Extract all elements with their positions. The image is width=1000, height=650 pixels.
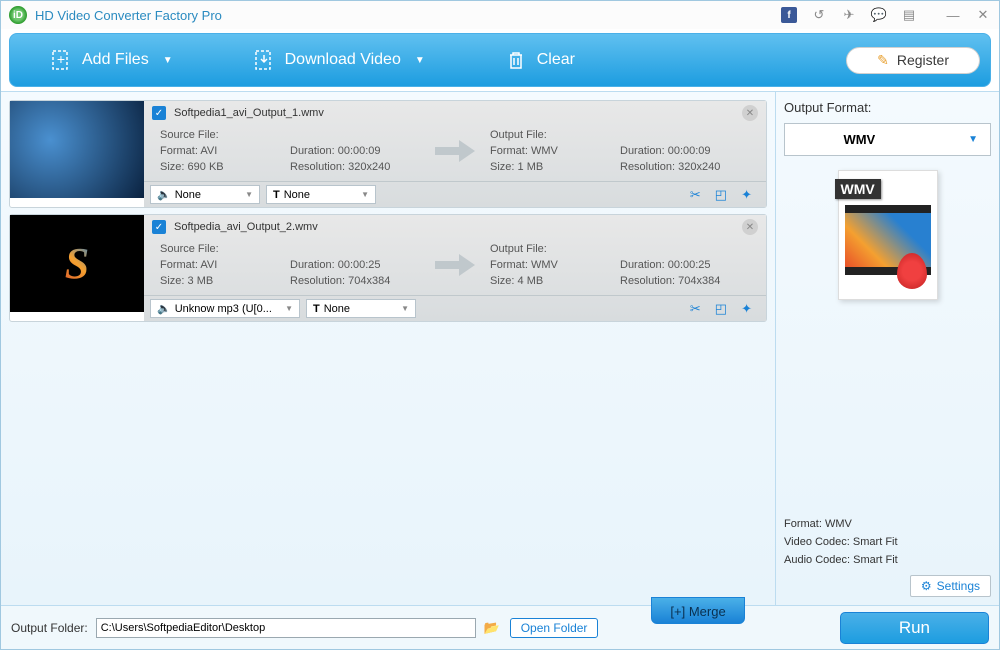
effects-icon[interactable]: ✦ <box>741 301 752 317</box>
open-folder-button[interactable]: Open Folder <box>510 618 599 638</box>
list-item: ✓ Softpedia1_avi_Output_1.wmv ✕ Source F… <box>9 100 767 208</box>
output-label: Output File: <box>490 127 620 143</box>
undo-icon[interactable]: ↺ <box>811 7 827 23</box>
arrow-right-icon <box>420 127 490 175</box>
subtitle-dropdown[interactable]: T None▼ <box>266 185 376 204</box>
chevron-down-icon: ▼ <box>245 190 253 199</box>
item-meta: Source File: Format: AVI Size: 3 MB Dura… <box>144 239 766 295</box>
app-title: HD Video Converter Factory Pro <box>35 8 781 23</box>
audio-track-dropdown[interactable]: 🔈None▼ <box>150 185 260 204</box>
output-format-value: WMV <box>843 132 875 147</box>
file-list: ✓ Softpedia1_avi_Output_1.wmv ✕ Source F… <box>1 92 775 605</box>
add-files-icon: + <box>50 49 72 71</box>
output-label: Output File: <box>490 241 620 257</box>
chevron-down-icon: ▼ <box>401 304 409 313</box>
remove-item-icon[interactable]: ✕ <box>742 219 758 235</box>
list-item: S ✓ Softpedia_avi_Output_2.wmv ✕ Source … <box>9 214 767 322</box>
facebook-icon[interactable]: f <box>781 7 797 23</box>
settings-label: Settings <box>937 579 980 593</box>
titlebar-icons: f ↺ ✈ 💬 ▤ — ✕ <box>781 7 991 23</box>
merge-button[interactable]: [+] Merge <box>651 597 744 624</box>
effects-icon[interactable]: ✦ <box>741 187 752 203</box>
arrow-right-icon <box>420 241 490 289</box>
run-button[interactable]: Run <box>840 612 989 644</box>
output-format-panel: Output Format: WMV ▼ WMV Format: WMV Vid… <box>775 92 999 605</box>
gear-icon: ⚙ <box>921 579 932 593</box>
format-preview-icon: WMV <box>838 170 938 300</box>
add-files-label: Add Files <box>82 51 149 69</box>
list-icon[interactable]: ▤ <box>901 7 917 23</box>
trash-icon <box>505 49 527 71</box>
crop-icon[interactable]: ◰ <box>715 301 727 317</box>
item-meta: Source File: Format: AVI Size: 690 KB Du… <box>144 125 766 181</box>
svg-text:+: + <box>57 51 65 67</box>
subtitle-dropdown[interactable]: T None▼ <box>306 299 416 318</box>
register-icon: ✎ <box>877 52 889 69</box>
checkbox[interactable]: ✓ <box>152 106 166 120</box>
remove-item-icon[interactable]: ✕ <box>742 105 758 121</box>
register-button[interactable]: ✎ Register <box>846 47 980 74</box>
filename: Softpedia_avi_Output_2.wmv <box>174 221 742 233</box>
add-files-button[interactable]: + Add Files ▼ <box>20 41 203 79</box>
minimize-icon[interactable]: — <box>945 7 961 23</box>
titlebar: iD HD Video Converter Factory Pro f ↺ ✈ … <box>1 1 999 29</box>
checkbox[interactable]: ✓ <box>152 220 166 234</box>
clear-button[interactable]: Clear <box>475 41 605 79</box>
chevron-down-icon: ▼ <box>968 134 978 145</box>
chevron-down-icon: ▼ <box>163 55 173 66</box>
footer: Output Folder: 📂 Open Folder [+] Merge R… <box>1 605 999 649</box>
download-video-button[interactable]: Download Video ▼ <box>223 41 455 79</box>
filename: Softpedia1_avi_Output_1.wmv <box>174 107 742 119</box>
pin-icon[interactable]: ✈ <box>841 7 857 23</box>
chevron-down-icon: ▼ <box>361 190 369 199</box>
close-icon[interactable]: ✕ <box>975 7 991 23</box>
clear-label: Clear <box>537 51 575 69</box>
settings-button[interactable]: ⚙ Settings <box>910 575 991 597</box>
register-label: Register <box>897 52 949 68</box>
shuffle-icon[interactable]: ✂ <box>690 187 701 203</box>
source-label: Source File: <box>160 127 290 143</box>
main-toolbar: + Add Files ▼ Download Video ▼ Clear ✎ R… <box>9 33 991 87</box>
speaker-icon: 🔈 <box>157 302 171 315</box>
download-video-icon <box>253 49 275 71</box>
audio-track-dropdown[interactable]: 🔈Unknow mp3 (U[0...▼ <box>150 299 300 318</box>
speaker-icon: 🔈 <box>157 188 171 201</box>
shuffle-icon[interactable]: ✂ <box>690 301 701 317</box>
thumbnail: S <box>10 215 144 312</box>
output-format-title: Output Format: <box>784 100 991 115</box>
output-folder-label: Output Folder: <box>11 621 88 635</box>
main-area: ✓ Softpedia1_avi_Output_1.wmv ✕ Source F… <box>1 91 999 605</box>
download-video-label: Download Video <box>285 51 401 69</box>
output-format-dropdown[interactable]: WMV ▼ <box>784 123 991 156</box>
message-icon[interactable]: 💬 <box>871 7 887 23</box>
codec-info: Format: WMV Video Codec: Smart Fit Audio… <box>784 509 991 575</box>
chevron-down-icon: ▼ <box>415 55 425 66</box>
app-logo-icon: iD <box>9 6 27 24</box>
chevron-down-icon: ▼ <box>285 304 293 313</box>
source-label: Source File: <box>160 241 290 257</box>
output-folder-input[interactable] <box>96 618 476 638</box>
crop-icon[interactable]: ◰ <box>715 187 727 203</box>
thumbnail <box>10 101 144 198</box>
browse-folder-icon[interactable]: 📂 <box>484 620 502 636</box>
